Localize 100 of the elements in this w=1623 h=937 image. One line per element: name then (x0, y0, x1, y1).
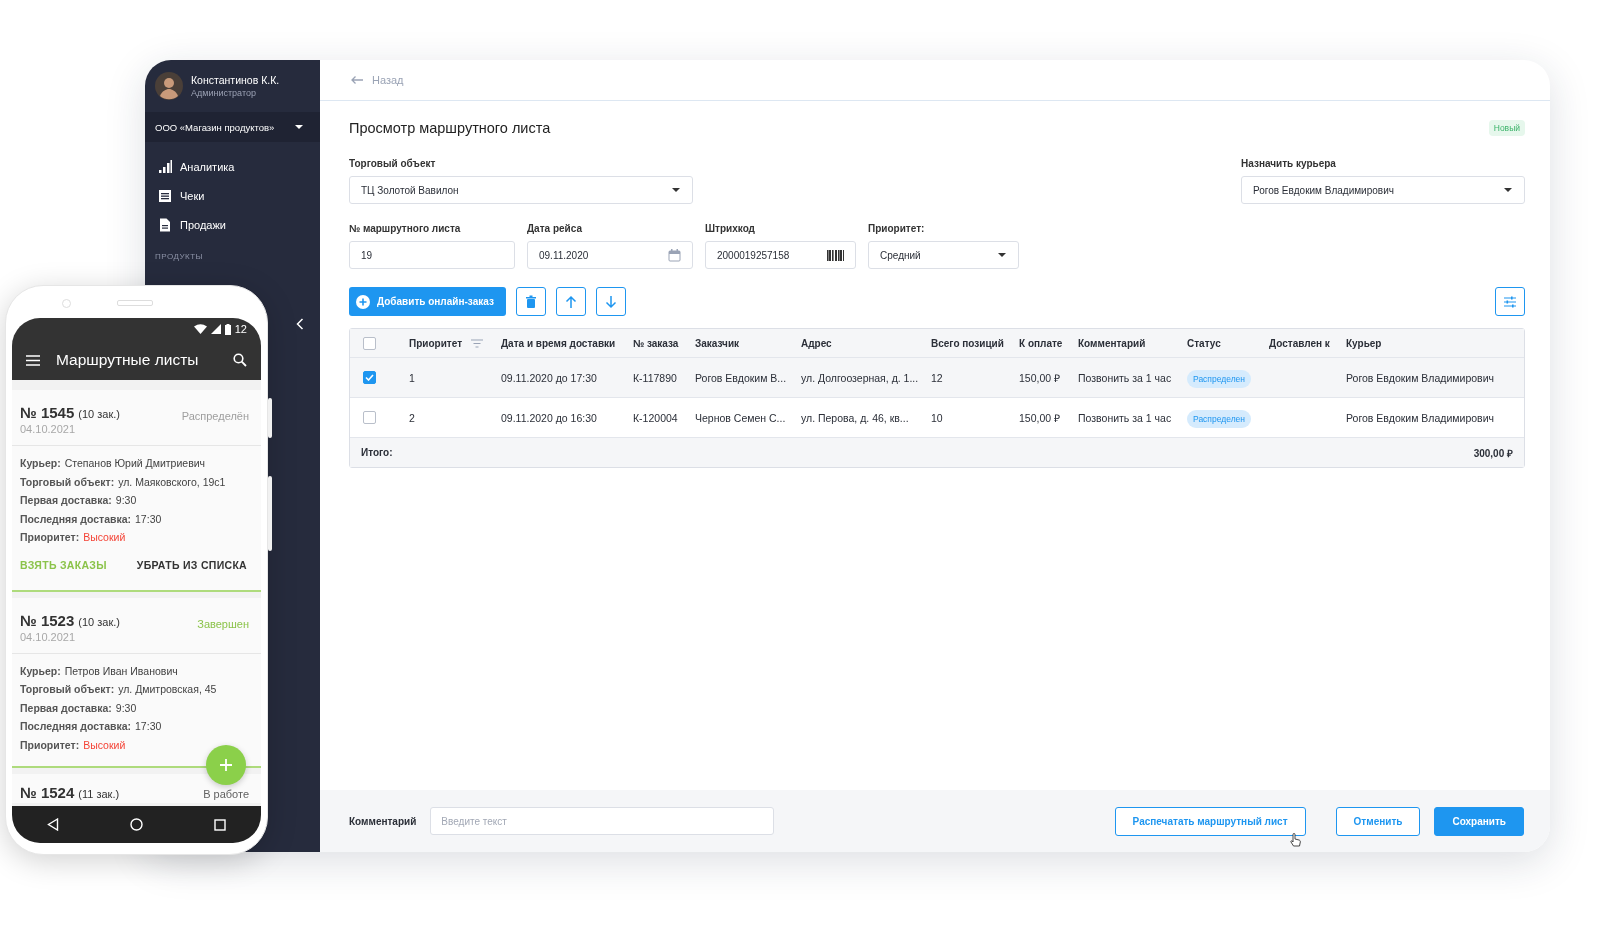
column-header: Курьер (1346, 337, 1383, 349)
field-label: Торговый объект (349, 158, 437, 169)
menu-icon[interactable] (26, 354, 40, 366)
status-badge: Новый (1488, 120, 1525, 136)
sidebar-item[interactable]: Продажи (158, 215, 320, 235)
card-number: № 1524 (20, 784, 75, 801)
column-header: Приоритет (409, 337, 463, 349)
table-cell-text: Рогов Евдоким В... (695, 371, 788, 384)
table-cell-text: Рогов Евдоким Владимирович (1346, 371, 1495, 384)
table-cell-text: ул. Долгоозерная, д. 1... (801, 371, 920, 384)
field-label: Назначить курьера (1241, 158, 1337, 169)
detail-value: Высокий (83, 737, 126, 753)
avatar-icon (155, 72, 183, 100)
detail-value: ул. Маяковского, 19с1 (118, 474, 226, 490)
card-date: 04.10.2021 (20, 423, 77, 435)
input-field[interactable]: 19 (349, 241, 515, 269)
sidebar-item[interactable]: Аналитика (158, 157, 320, 177)
column-header: Заказчик (695, 337, 741, 349)
field-label: Приоритет: (868, 223, 926, 234)
table-cell-text: Позвонить за 1 час (1078, 411, 1173, 424)
back-triangle-icon[interactable] (47, 818, 60, 831)
sidebar-item-label: Чеки (180, 190, 205, 202)
caret-icon (294, 124, 304, 130)
detail-value: ул. Дмитровская, 45 (118, 682, 217, 697)
detail-label: Последняя доставка: (20, 719, 132, 734)
card-number: № 1523 (20, 611, 75, 629)
table-cell-text: ул. Перова, д. 46, кв... (801, 411, 910, 424)
sidebar-item-label: Продажи (180, 219, 226, 231)
detail-label: Первая доставка: (20, 700, 112, 716)
detail-value: 9:30 (115, 493, 137, 508)
card-date: 04.10.2021 (20, 630, 77, 643)
status-time: 12 (234, 323, 247, 335)
status-badge: Распределен (1187, 369, 1252, 388)
date-field[interactable]: 09.11.2020 (527, 241, 693, 269)
chart-icon (158, 160, 172, 174)
column-header: № заказа (633, 337, 680, 349)
detail-value: Степанов Юрий Дмитриевич (64, 456, 206, 471)
detail-label: Приоритет: (20, 737, 80, 753)
arrow-left-icon (350, 75, 364, 85)
field-label: Штрихкод (705, 223, 756, 234)
detail-label: Курьер: (20, 456, 61, 471)
document-icon (158, 218, 172, 232)
field-label: № маршрутного листа (349, 223, 462, 234)
table-cell-text: 12 (931, 371, 944, 384)
square-icon[interactable] (213, 818, 226, 831)
company-name: ООО «Магазин продуктов» (155, 121, 275, 133)
route-card[interactable] (12, 390, 261, 592)
table-cell-text: 150,00 ₽ (1019, 410, 1062, 425)
move-up-button[interactable] (555, 287, 586, 316)
home-circle-icon[interactable] (130, 818, 143, 831)
chevron-left-icon[interactable] (296, 318, 304, 330)
column-header: К оплате (1019, 337, 1064, 349)
order-count: (10 зак.) (78, 615, 120, 628)
settings-button[interactable] (1495, 287, 1525, 316)
route-card[interactable]: № 1524 (11 зак.) В работе (12, 774, 261, 803)
detail-label: Последняя доставка: (20, 511, 132, 527)
checkbox[interactable] (363, 336, 376, 350)
signal-icon (210, 324, 221, 334)
comment-field[interactable]: Введите текст (430, 807, 775, 835)
order-count: (10 зак.) (78, 408, 120, 420)
table-cell-text: 09.11.2020 до 16:30 (501, 411, 598, 424)
route-card[interactable]: № 1523 (10 зак.) 04.10.2021 Завершен Курьер: Петров Иван Иванович Торговый объект: ул. Дмитровская, 45 Первая доставка: 9:30 Последняя доставка: 17:30 Приоритет: Высокий (12, 597, 261, 768)
detail-label: Первая доставка: (20, 493, 112, 508)
remove-link[interactable]: УБРАТЬ ИЗ СПИСКА (136, 558, 247, 571)
select-field[interactable]: Рогов Евдоким Владимирович (1241, 176, 1525, 204)
detail-label: Приоритет: (20, 530, 80, 545)
card-status: Завершен (197, 617, 249, 630)
speaker-grille (117, 300, 153, 306)
arrow-down-icon (603, 294, 618, 309)
table-cell-text: 09.11.2020 до 17:30 (501, 371, 598, 384)
move-down-button[interactable] (595, 287, 626, 316)
app-title: Маршрутные листы (56, 351, 200, 369)
search-icon[interactable] (233, 353, 247, 367)
checkbox[interactable] (363, 411, 376, 424)
order-count: (11 зак.) (78, 788, 120, 800)
hand-pointer-icon (1289, 832, 1301, 847)
detail-value: 17:30 (135, 719, 162, 734)
column-header: Статус (1187, 337, 1222, 349)
caret-icon (997, 252, 1007, 258)
user-role: Администратор (191, 88, 257, 98)
select-field[interactable]: Средний (868, 241, 1019, 269)
arrow-up-icon (563, 294, 578, 309)
table-cell-text: К-120004 (633, 411, 679, 424)
checkbox[interactable] (363, 371, 376, 384)
company-selector[interactable]: ООО «Магазин продуктов» (145, 112, 320, 142)
detail-value: Высокий (83, 530, 126, 545)
table-cell-text: Чернов Семен С... (695, 411, 787, 424)
table-cell-text: 2 (409, 411, 416, 424)
delete-button[interactable] (515, 287, 546, 316)
sliders-icon (1503, 294, 1517, 309)
sidebar-item-label: Аналитика (180, 161, 235, 173)
table-cell-text: Рогов Евдоким Владимирович (1346, 411, 1495, 424)
select-field[interactable]: ТЦ Золотой Вавилон (349, 176, 693, 204)
status-badge: Распределен (1187, 409, 1252, 428)
battery-icon (224, 323, 231, 335)
filter-icon[interactable] (471, 338, 484, 348)
user-name: Константинов К.К. (191, 74, 280, 86)
caret-icon (671, 187, 681, 193)
input-field[interactable]: 2000019257158 (705, 241, 856, 269)
sidebar-item[interactable]: Чеки (158, 186, 320, 206)
